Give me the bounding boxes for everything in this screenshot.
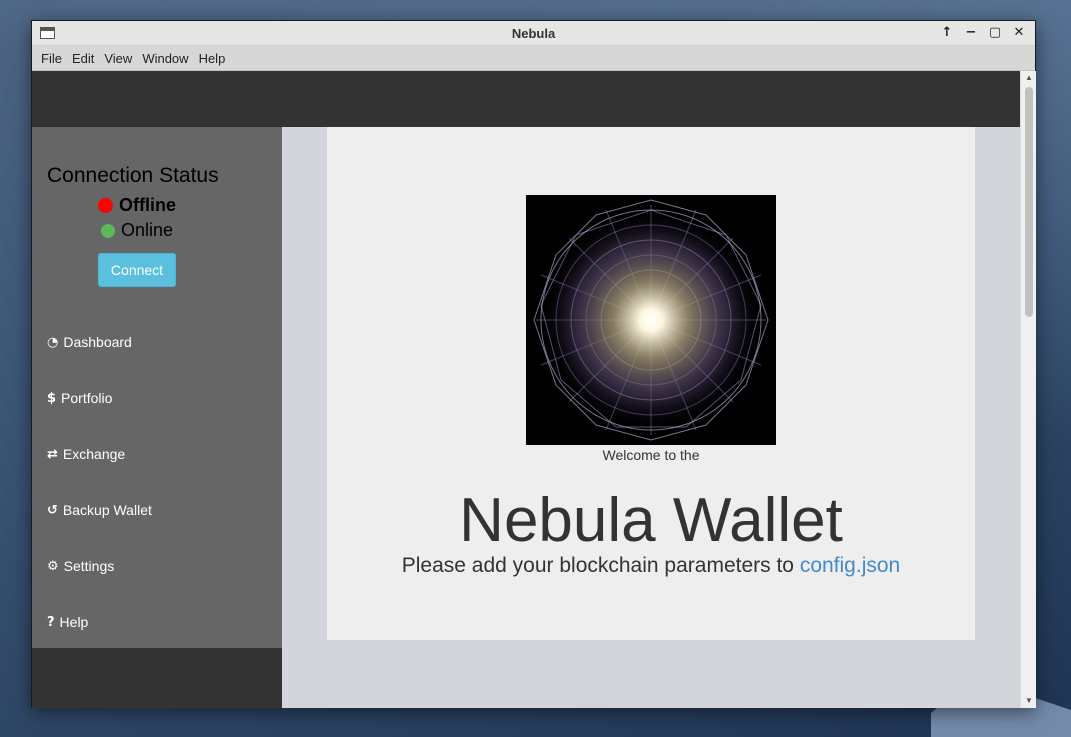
status-offline: Offline	[98, 195, 176, 216]
sidebar-item-label: Dashboard	[63, 334, 132, 350]
maximize-icon[interactable]: ▢	[987, 25, 1003, 41]
menu-window[interactable]: Window	[137, 51, 193, 66]
vertical-scrollbar[interactable]: ▲ ▼	[1020, 71, 1036, 708]
title-bar[interactable]: Nebula ↑ − ▢ ✕	[32, 21, 1035, 46]
minimize-icon[interactable]: −	[963, 25, 979, 41]
config-instruction-text: Please add your blockchain parameters to	[401, 554, 794, 577]
status-online-label: Online	[121, 220, 174, 240]
menu-file[interactable]: File	[36, 51, 67, 66]
scrollbar-thumb[interactable]	[1025, 87, 1033, 317]
sidebar-item-settings[interactable]: ⚙ Settings	[47, 558, 114, 574]
menu-view[interactable]: View	[99, 51, 137, 66]
sidebar-item-label: Portfolio	[61, 390, 113, 406]
gears-icon: ⚙	[47, 558, 59, 574]
status-online: Online	[101, 220, 173, 241]
menu-help[interactable]: Help	[194, 51, 231, 66]
sidebar-footer	[32, 648, 282, 708]
welcome-card: Welcome to the Nebula Wallet Please add …	[327, 127, 975, 640]
sidebar-item-label: Exchange	[62, 446, 126, 462]
sidebar-item-label: Backup Wallet	[62, 502, 152, 518]
scroll-up-icon[interactable]: ▲	[1021, 71, 1037, 85]
welcome-text: Welcome to the	[602, 447, 700, 463]
hero-title: Nebula Wallet	[459, 486, 843, 555]
dollar-icon: $	[47, 390, 57, 406]
sidebar-item-backup-wallet[interactable]: ↺ Backup Wallet	[47, 502, 152, 518]
question-icon: ?	[47, 614, 55, 630]
sidebar-item-label: Help	[59, 614, 89, 630]
sidebar-item-help[interactable]: ? Help	[47, 614, 88, 630]
undo-icon: ↺	[47, 502, 58, 518]
app-window: Nebula ↑ − ▢ ✕ File Edit View Window Hel…	[31, 20, 1036, 708]
offline-indicator-icon	[98, 198, 113, 213]
menu-bar: File Edit View Window Help	[32, 46, 1035, 71]
sidebar-item-exchange[interactable]: ⇄ Exchange	[47, 446, 125, 462]
exchange-icon: ⇄	[47, 446, 58, 462]
window-controls: ↑ − ▢ ✕	[939, 25, 1027, 41]
status-offline-label: Offline	[119, 195, 176, 215]
dashboard-icon: ◔	[47, 334, 59, 350]
config-json-link[interactable]: config.json	[800, 554, 900, 577]
nebula-logo	[526, 195, 776, 445]
config-instruction: Please add your blockchain parameters to…	[327, 554, 975, 578]
keep-above-icon[interactable]: ↑	[939, 25, 955, 41]
close-icon[interactable]: ✕	[1011, 25, 1027, 41]
window-title: Nebula	[511, 26, 556, 41]
sidebar: Connection Status Offline Online Connect…	[32, 127, 282, 648]
sidebar-item-portfolio[interactable]: $ Portfolio	[47, 390, 112, 406]
app-content: Connection Status Offline Online Connect…	[32, 71, 1020, 708]
online-indicator-icon	[101, 223, 115, 238]
connect-button[interactable]: Connect	[98, 253, 176, 287]
menu-edit[interactable]: Edit	[67, 51, 99, 66]
sidebar-item-label: Settings	[63, 558, 115, 574]
main-panel: Welcome to the Nebula Wallet Please add …	[282, 127, 1020, 708]
sidebar-item-dashboard[interactable]: ◔ Dashboard	[47, 334, 132, 350]
top-header-bar	[32, 71, 1020, 127]
connection-status-title: Connection Status	[47, 164, 219, 187]
scroll-down-icon[interactable]: ▼	[1021, 694, 1037, 708]
